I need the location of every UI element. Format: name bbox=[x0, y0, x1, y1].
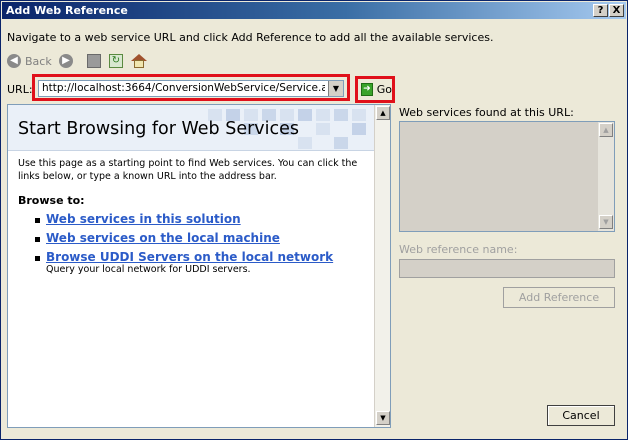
scroll-down-icon[interactable]: ▼ bbox=[376, 411, 390, 425]
browse-to-heading: Browse to: bbox=[18, 194, 85, 207]
bullet-icon bbox=[35, 256, 40, 261]
web-reference-name-input[interactable] bbox=[399, 259, 615, 278]
browser-pane: Start Browsing for Web Services Use this… bbox=[7, 104, 391, 428]
link-uddi-servers[interactable]: Browse UDDI Servers on the local network bbox=[46, 250, 333, 264]
back-button[interactable]: ◀ Back bbox=[7, 51, 52, 71]
refresh-icon: ↻ bbox=[109, 54, 123, 68]
help-button[interactable]: ? bbox=[593, 4, 608, 17]
services-found-list: ▲ ▼ bbox=[399, 121, 615, 232]
go-arrow-icon: ➜ bbox=[361, 83, 373, 96]
web-reference-name-label: Web reference name: bbox=[399, 243, 518, 256]
services-list-scrollbar: ▲ ▼ bbox=[598, 122, 614, 231]
stop-button[interactable] bbox=[87, 51, 101, 71]
add-reference-button[interactable]: Add Reference bbox=[503, 287, 615, 308]
url-label: URL: bbox=[7, 83, 33, 96]
list-item: Web services in this solution bbox=[18, 212, 368, 226]
title-bar: Add Web Reference ? X bbox=[2, 2, 626, 19]
window-title: Add Web Reference bbox=[6, 4, 128, 17]
bullet-icon bbox=[35, 237, 40, 242]
go-label: Go bbox=[376, 83, 392, 96]
refresh-button[interactable]: ↻ bbox=[109, 51, 123, 71]
cancel-button[interactable]: Cancel bbox=[547, 405, 615, 426]
home-button[interactable] bbox=[131, 51, 147, 71]
url-combobox[interactable]: ▼ bbox=[38, 80, 344, 97]
back-label: Back bbox=[25, 54, 52, 68]
forward-button[interactable]: ▶ bbox=[59, 51, 73, 71]
add-web-reference-dialog: Add Web Reference ? X Navigate to a web … bbox=[0, 0, 628, 440]
bullet-icon bbox=[35, 218, 40, 223]
back-arrow-icon: ◀ bbox=[7, 54, 21, 68]
list-item: Browse UDDI Servers on the local network… bbox=[18, 250, 368, 275]
list-item: Web services on the local machine bbox=[18, 231, 368, 245]
services-found-label: Web services found at this URL: bbox=[399, 106, 574, 119]
browser-content: Use this page as a starting point to fin… bbox=[18, 154, 368, 275]
uddi-description: Query your local network for UDDI server… bbox=[46, 264, 251, 275]
browser-description: Use this page as a starting point to fin… bbox=[18, 158, 358, 182]
stop-icon bbox=[87, 54, 101, 68]
link-local-machine-services[interactable]: Web services on the local machine bbox=[46, 231, 280, 245]
home-icon bbox=[131, 54, 147, 68]
browser-scrollbar[interactable]: ▲ ▼ bbox=[374, 105, 390, 427]
link-solution-services[interactable]: Web services in this solution bbox=[46, 212, 241, 226]
scroll-up-icon: ▲ bbox=[599, 123, 613, 137]
browser-banner: Start Browsing for Web Services bbox=[8, 105, 374, 151]
instruction-text: Navigate to a web service URL and click … bbox=[7, 31, 494, 44]
scroll-up-icon[interactable]: ▲ bbox=[376, 106, 390, 120]
forward-arrow-icon: ▶ bbox=[59, 54, 73, 68]
url-input[interactable] bbox=[39, 81, 328, 96]
go-button[interactable]: ➜ Go bbox=[358, 79, 392, 100]
browser-heading: Start Browsing for Web Services bbox=[18, 119, 300, 139]
scroll-down-icon: ▼ bbox=[599, 215, 613, 229]
close-button[interactable]: X bbox=[609, 4, 624, 17]
url-dropdown-arrow-icon[interactable]: ▼ bbox=[328, 81, 343, 96]
